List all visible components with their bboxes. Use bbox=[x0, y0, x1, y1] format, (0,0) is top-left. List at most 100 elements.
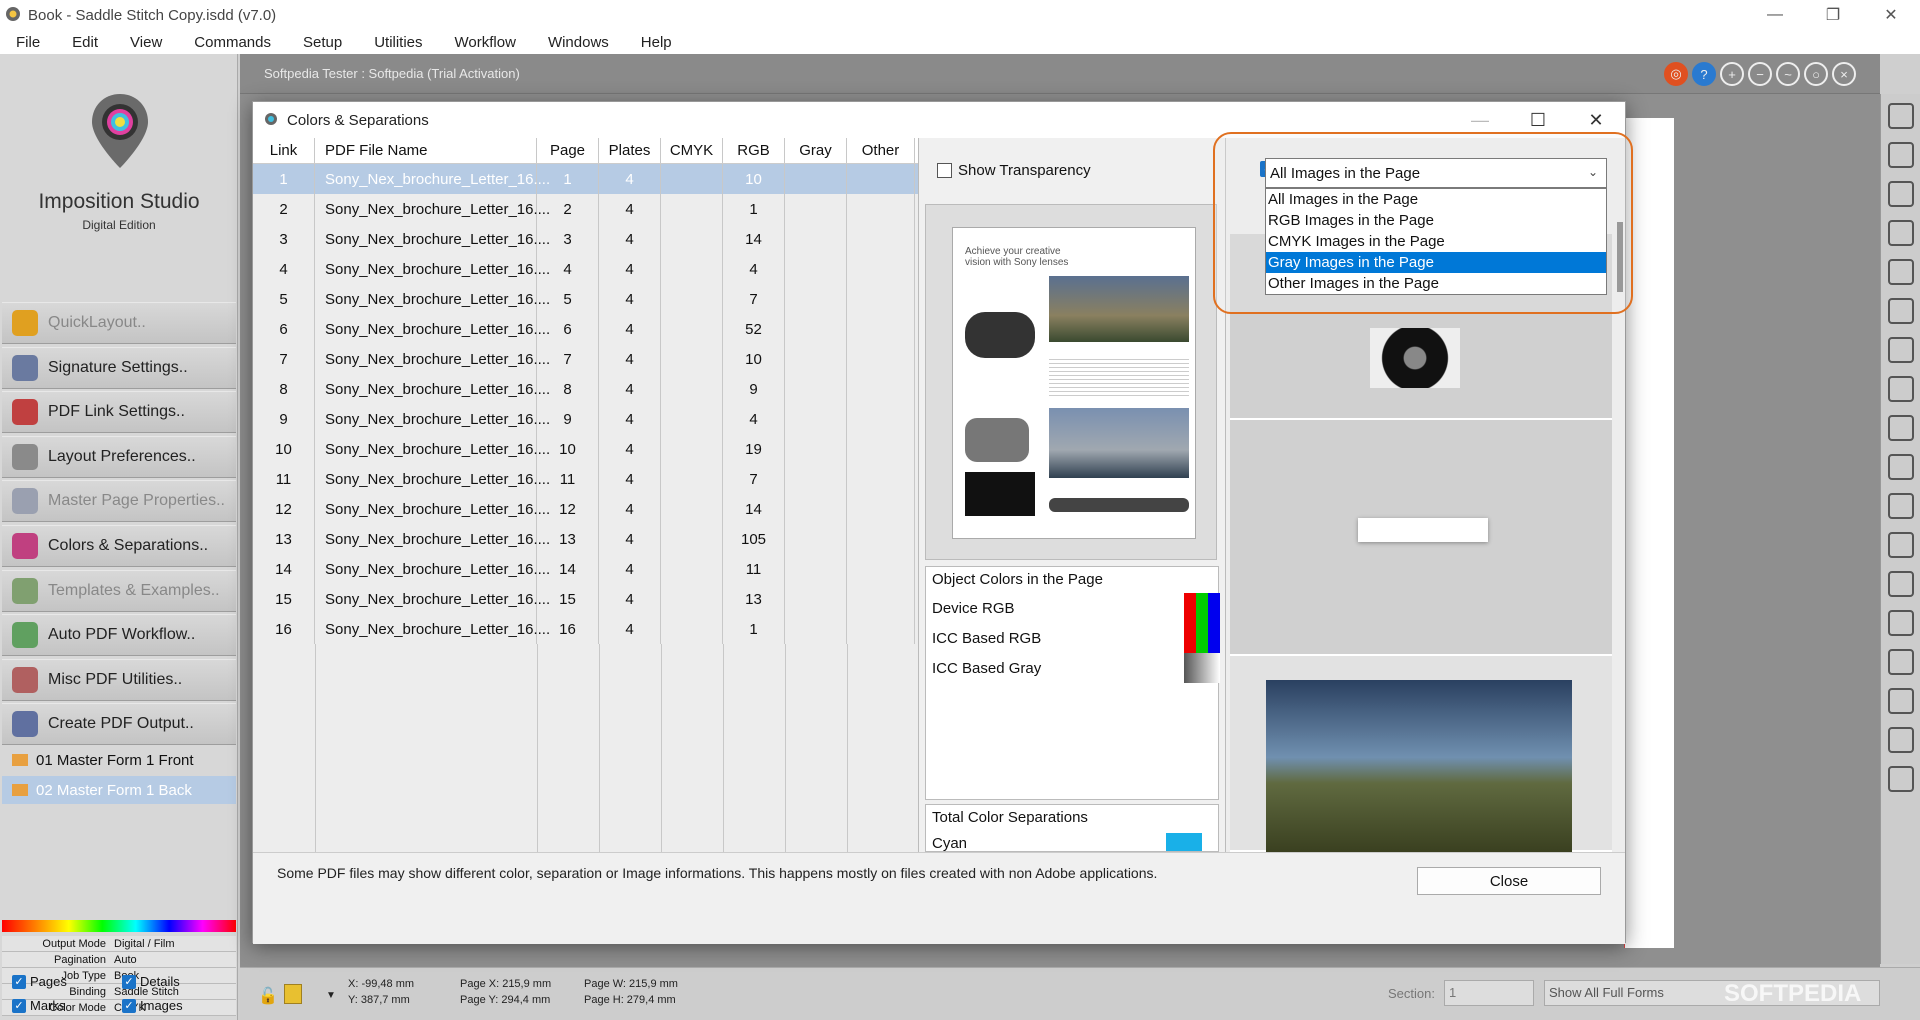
table-row[interactable]: 3 Sony_Nex_brochure_Letter_16.... 3 4 14 bbox=[253, 224, 918, 254]
column-header[interactable]: RGB bbox=[723, 138, 785, 163]
master-form-item[interactable]: 02 Master Form 1 Back bbox=[2, 776, 236, 804]
close-window-button[interactable]: ✕ bbox=[1862, 0, 1920, 30]
table-row[interactable]: 12 Sony_Nex_brochure_Letter_16.... 12 4 14 bbox=[253, 494, 918, 524]
column-header[interactable]: CMYK bbox=[661, 138, 723, 163]
tool-monitor-icon[interactable] bbox=[1887, 649, 1914, 675]
lifebuoy-icon[interactable]: ◎ bbox=[1664, 62, 1688, 86]
table-row[interactable]: 10 Sony_Nex_brochure_Letter_16.... 10 4 19 bbox=[253, 434, 918, 464]
table-row[interactable]: 13 Sony_Nex_brochure_Letter_16.... 13 4 105 bbox=[253, 524, 918, 554]
tool-arrow-icon[interactable] bbox=[1887, 103, 1914, 129]
column-divider bbox=[785, 644, 786, 852]
table-row[interactable]: 8 Sony_Nex_brochure_Letter_16.... 8 4 9 bbox=[253, 374, 918, 404]
tool-gauge-icon[interactable] bbox=[1887, 571, 1914, 597]
menu-setup[interactable]: Setup bbox=[303, 34, 342, 51]
table-row[interactable]: 14 Sony_Nex_brochure_Letter_16.... 14 4 11 bbox=[253, 554, 918, 584]
section-select[interactable]: 1 bbox=[1444, 980, 1534, 1006]
table-row[interactable]: 9 Sony_Nex_brochure_Letter_16.... 9 4 4 bbox=[253, 404, 918, 434]
image-cell[interactable] bbox=[1230, 420, 1612, 656]
menu-help[interactable]: Help bbox=[641, 34, 672, 51]
help-icon[interactable]: ? bbox=[1692, 62, 1716, 86]
images-scrollbar[interactable] bbox=[1617, 222, 1623, 292]
details-check-row[interactable]: ✓ Details bbox=[122, 974, 180, 989]
tool-eye-icon[interactable] bbox=[1887, 727, 1914, 753]
minimize-button[interactable]: — bbox=[1746, 0, 1804, 30]
tool-play-icon[interactable] bbox=[1887, 766, 1914, 792]
tool-split-icon[interactable] bbox=[1887, 298, 1914, 324]
tool-page-icon[interactable] bbox=[1887, 181, 1914, 207]
sidebar-item[interactable]: Templates & Examples.. bbox=[2, 569, 236, 612]
sidebar-item[interactable]: QuickLayout.. bbox=[2, 302, 236, 344]
image-filter-select[interactable]: All Images in the Page ⌄ bbox=[1265, 158, 1607, 188]
tool-shield-icon[interactable] bbox=[1887, 532, 1914, 558]
table-row[interactable]: 15 Sony_Nex_brochure_Letter_16.... 15 4 13 bbox=[253, 584, 918, 614]
sidebar-item[interactable]: Misc PDF Utilities.. bbox=[2, 658, 236, 701]
separations-list: Total Color Separations Cyan bbox=[925, 804, 1219, 852]
table-row[interactable]: 5 Sony_Nex_brochure_Letter_16.... 5 4 7 bbox=[253, 284, 918, 314]
sidebar-item-label: QuickLayout.. bbox=[48, 314, 146, 331]
column-header[interactable]: PDF File Name bbox=[315, 138, 537, 163]
zoom-fit-icon[interactable]: ~ bbox=[1776, 62, 1800, 86]
restore-button[interactable]: ❐ bbox=[1804, 0, 1862, 30]
lock-icon[interactable]: 🔓 bbox=[258, 986, 278, 1006]
menu-file[interactable]: File bbox=[16, 34, 40, 51]
notes-icon[interactable] bbox=[284, 984, 302, 1004]
table-row[interactable]: 7 Sony_Nex_brochure_Letter_16.... 7 4 10 bbox=[253, 344, 918, 374]
image-filter-option[interactable]: All Images in the Page bbox=[1266, 189, 1606, 210]
tool-crosshair-icon[interactable] bbox=[1887, 376, 1914, 402]
show-transparency-checkbox[interactable]: Show Transparency bbox=[937, 162, 1091, 179]
table-row[interactable]: 16 Sony_Nex_brochure_Letter_16.... 16 4 1 bbox=[253, 614, 918, 644]
column-header[interactable]: Gray bbox=[785, 138, 847, 163]
zoom-in-icon[interactable]: + bbox=[1720, 62, 1744, 86]
tool-chart-icon[interactable] bbox=[1887, 610, 1914, 636]
check-icon: ✓ bbox=[122, 974, 136, 989]
table-row[interactable]: 1 Sony_Nex_brochure_Letter_16.... 1 4 10 bbox=[253, 164, 918, 194]
sidebar-item[interactable]: Colors & Separations.. bbox=[2, 525, 236, 567]
tool-frame-icon[interactable] bbox=[1887, 493, 1914, 519]
menu-edit[interactable]: Edit bbox=[72, 34, 98, 51]
sidebar-item[interactable]: Master Page Properties.. bbox=[2, 480, 236, 523]
tool-doc-icon[interactable] bbox=[1887, 688, 1914, 714]
column-header[interactable]: Plates bbox=[599, 138, 661, 163]
menu-utilities[interactable]: Utilities bbox=[374, 34, 422, 51]
tool-layers-icon[interactable] bbox=[1887, 220, 1914, 246]
menu-workflow[interactable]: Workflow bbox=[455, 34, 516, 51]
zoom-page-icon[interactable]: ○ bbox=[1804, 62, 1828, 86]
table-cell bbox=[785, 464, 847, 494]
tool-sliders-icon[interactable] bbox=[1887, 259, 1914, 285]
marks-check-row[interactable]: ✓ Marks bbox=[12, 998, 65, 1013]
checkbox-box[interactable] bbox=[937, 163, 952, 178]
zoom-out-icon[interactable]: − bbox=[1748, 62, 1772, 86]
tool-bars-icon[interactable] bbox=[1887, 415, 1914, 441]
table-row[interactable]: 11 Sony_Nex_brochure_Letter_16.... 11 4 7 bbox=[253, 464, 918, 494]
master-form-item[interactable]: 01 Master Form 1 Front bbox=[2, 746, 236, 774]
menu-windows[interactable]: Windows bbox=[548, 34, 609, 51]
sidebar-item[interactable]: Auto PDF Workflow.. bbox=[2, 614, 236, 657]
tool-export-icon[interactable] bbox=[1887, 142, 1914, 168]
sidebar-item[interactable]: Create PDF Output.. bbox=[2, 703, 236, 746]
table-row[interactable]: 2 Sony_Nex_brochure_Letter_16.... 2 4 1 bbox=[253, 194, 918, 224]
image-filter-option[interactable]: Other Images in the Page bbox=[1266, 273, 1606, 294]
table-row[interactable]: 4 Sony_Nex_brochure_Letter_16.... 4 4 4 bbox=[253, 254, 918, 284]
sidebar-item[interactable]: Signature Settings.. bbox=[2, 346, 236, 389]
image-cell[interactable] bbox=[1230, 656, 1612, 852]
sidebar-item[interactable]: PDF Link Settings.. bbox=[2, 391, 236, 434]
menu-commands[interactable]: Commands bbox=[194, 34, 271, 51]
tool-barcode-icon[interactable] bbox=[1887, 337, 1914, 363]
table-row[interactable]: 6 Sony_Nex_brochure_Letter_16.... 6 4 52 bbox=[253, 314, 918, 344]
image-filter-option[interactable]: Gray Images in the Page bbox=[1266, 252, 1606, 273]
column-header[interactable]: Page bbox=[537, 138, 599, 163]
sidebar-item[interactable]: Layout Preferences.. bbox=[2, 435, 236, 478]
column-header[interactable]: Link bbox=[253, 138, 315, 163]
tool-grid-icon[interactable] bbox=[1887, 454, 1914, 480]
column-header[interactable]: Other bbox=[847, 138, 915, 163]
table-cell bbox=[847, 374, 915, 404]
close-view-icon[interactable]: × bbox=[1832, 62, 1856, 86]
menu-view[interactable]: View bbox=[130, 34, 162, 51]
chevron-down-icon[interactable]: ▼ bbox=[326, 990, 336, 1001]
images-check-row[interactable]: ✓ Images bbox=[122, 998, 183, 1013]
image-filter-option[interactable]: CMYK Images in the Page bbox=[1266, 231, 1606, 252]
image-filter-option[interactable]: RGB Images in the Page bbox=[1266, 210, 1606, 231]
property-row: Pagination Auto bbox=[2, 952, 236, 968]
pages-check-row[interactable]: ✓ Pages bbox=[12, 974, 67, 989]
close-button[interactable]: Close bbox=[1417, 867, 1601, 895]
